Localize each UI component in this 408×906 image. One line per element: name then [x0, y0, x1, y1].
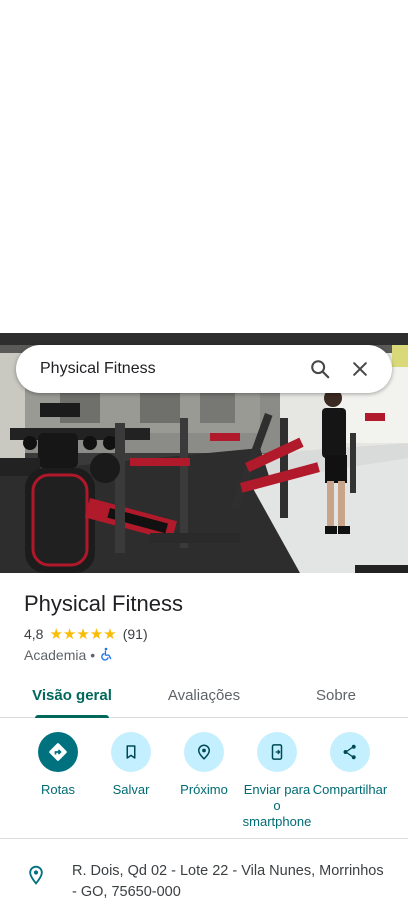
- rating-value: 4,8: [24, 626, 44, 642]
- place-category: Academia: [24, 647, 87, 663]
- send-to-phone-icon: [257, 732, 297, 772]
- search-bar[interactable]: Physical Fitness: [16, 345, 392, 393]
- divider: [0, 838, 408, 839]
- location-pin-icon: [0, 852, 72, 903]
- address-text: R. Dois, Qd 02 - Lote 22 - Vila Nunes, M…: [72, 863, 384, 900]
- search-input[interactable]: Physical Fitness: [40, 360, 300, 378]
- tab-visao-geral[interactable]: Visão geral: [0, 672, 144, 718]
- tab-label: Visão geral: [32, 686, 112, 704]
- tab-label: Sobre: [315, 686, 357, 704]
- nearby-icon: [184, 732, 224, 772]
- directions-icon: [38, 732, 78, 772]
- save-button[interactable]: Salvar: [93, 730, 169, 798]
- place-title: Physical Fitness: [24, 591, 183, 616]
- tab-sobre[interactable]: Sobre: [264, 672, 408, 718]
- bookmark-icon: [111, 732, 151, 772]
- active-tab-indicator: [35, 715, 109, 718]
- rating-stars: ★★★★★: [49, 626, 117, 643]
- action-label: Próximo: [180, 782, 228, 797]
- send-to-phone-button[interactable]: Enviar para o smartphone: [239, 730, 315, 830]
- separator-dot: •: [90, 647, 96, 663]
- action-label: Enviar para o smartphone: [242, 782, 312, 829]
- close-icon[interactable]: [340, 349, 380, 389]
- share-icon: [330, 732, 370, 772]
- rating-row[interactable]: 4,8 ★★★★★ (91): [24, 625, 148, 643]
- action-buttons: Rotas Salvar Próximo Enviar para o smart…: [0, 730, 408, 838]
- search-icon[interactable]: [300, 349, 340, 389]
- wheelchair-accessible-icon: [99, 647, 113, 664]
- tab-label: Avaliações: [167, 686, 241, 704]
- nearby-button[interactable]: Próximo: [166, 730, 242, 798]
- address-row[interactable]: R. Dois, Qd 02 - Lote 22 - Vila Nunes, M…: [0, 852, 408, 903]
- map-blank-area: [0, 0, 408, 333]
- directions-button[interactable]: Rotas: [20, 730, 96, 798]
- place-tabs: Visão geral Avaliações Sobre: [0, 672, 408, 718]
- category-row: Academia •: [24, 646, 113, 664]
- action-label: Compartilhar: [312, 782, 388, 797]
- tab-avaliacoes[interactable]: Avaliações: [144, 672, 264, 718]
- share-button[interactable]: Compartilhar: [312, 730, 388, 798]
- action-label: Salvar: [112, 782, 150, 797]
- review-count: (91): [122, 626, 148, 642]
- action-label: Rotas: [41, 782, 75, 797]
